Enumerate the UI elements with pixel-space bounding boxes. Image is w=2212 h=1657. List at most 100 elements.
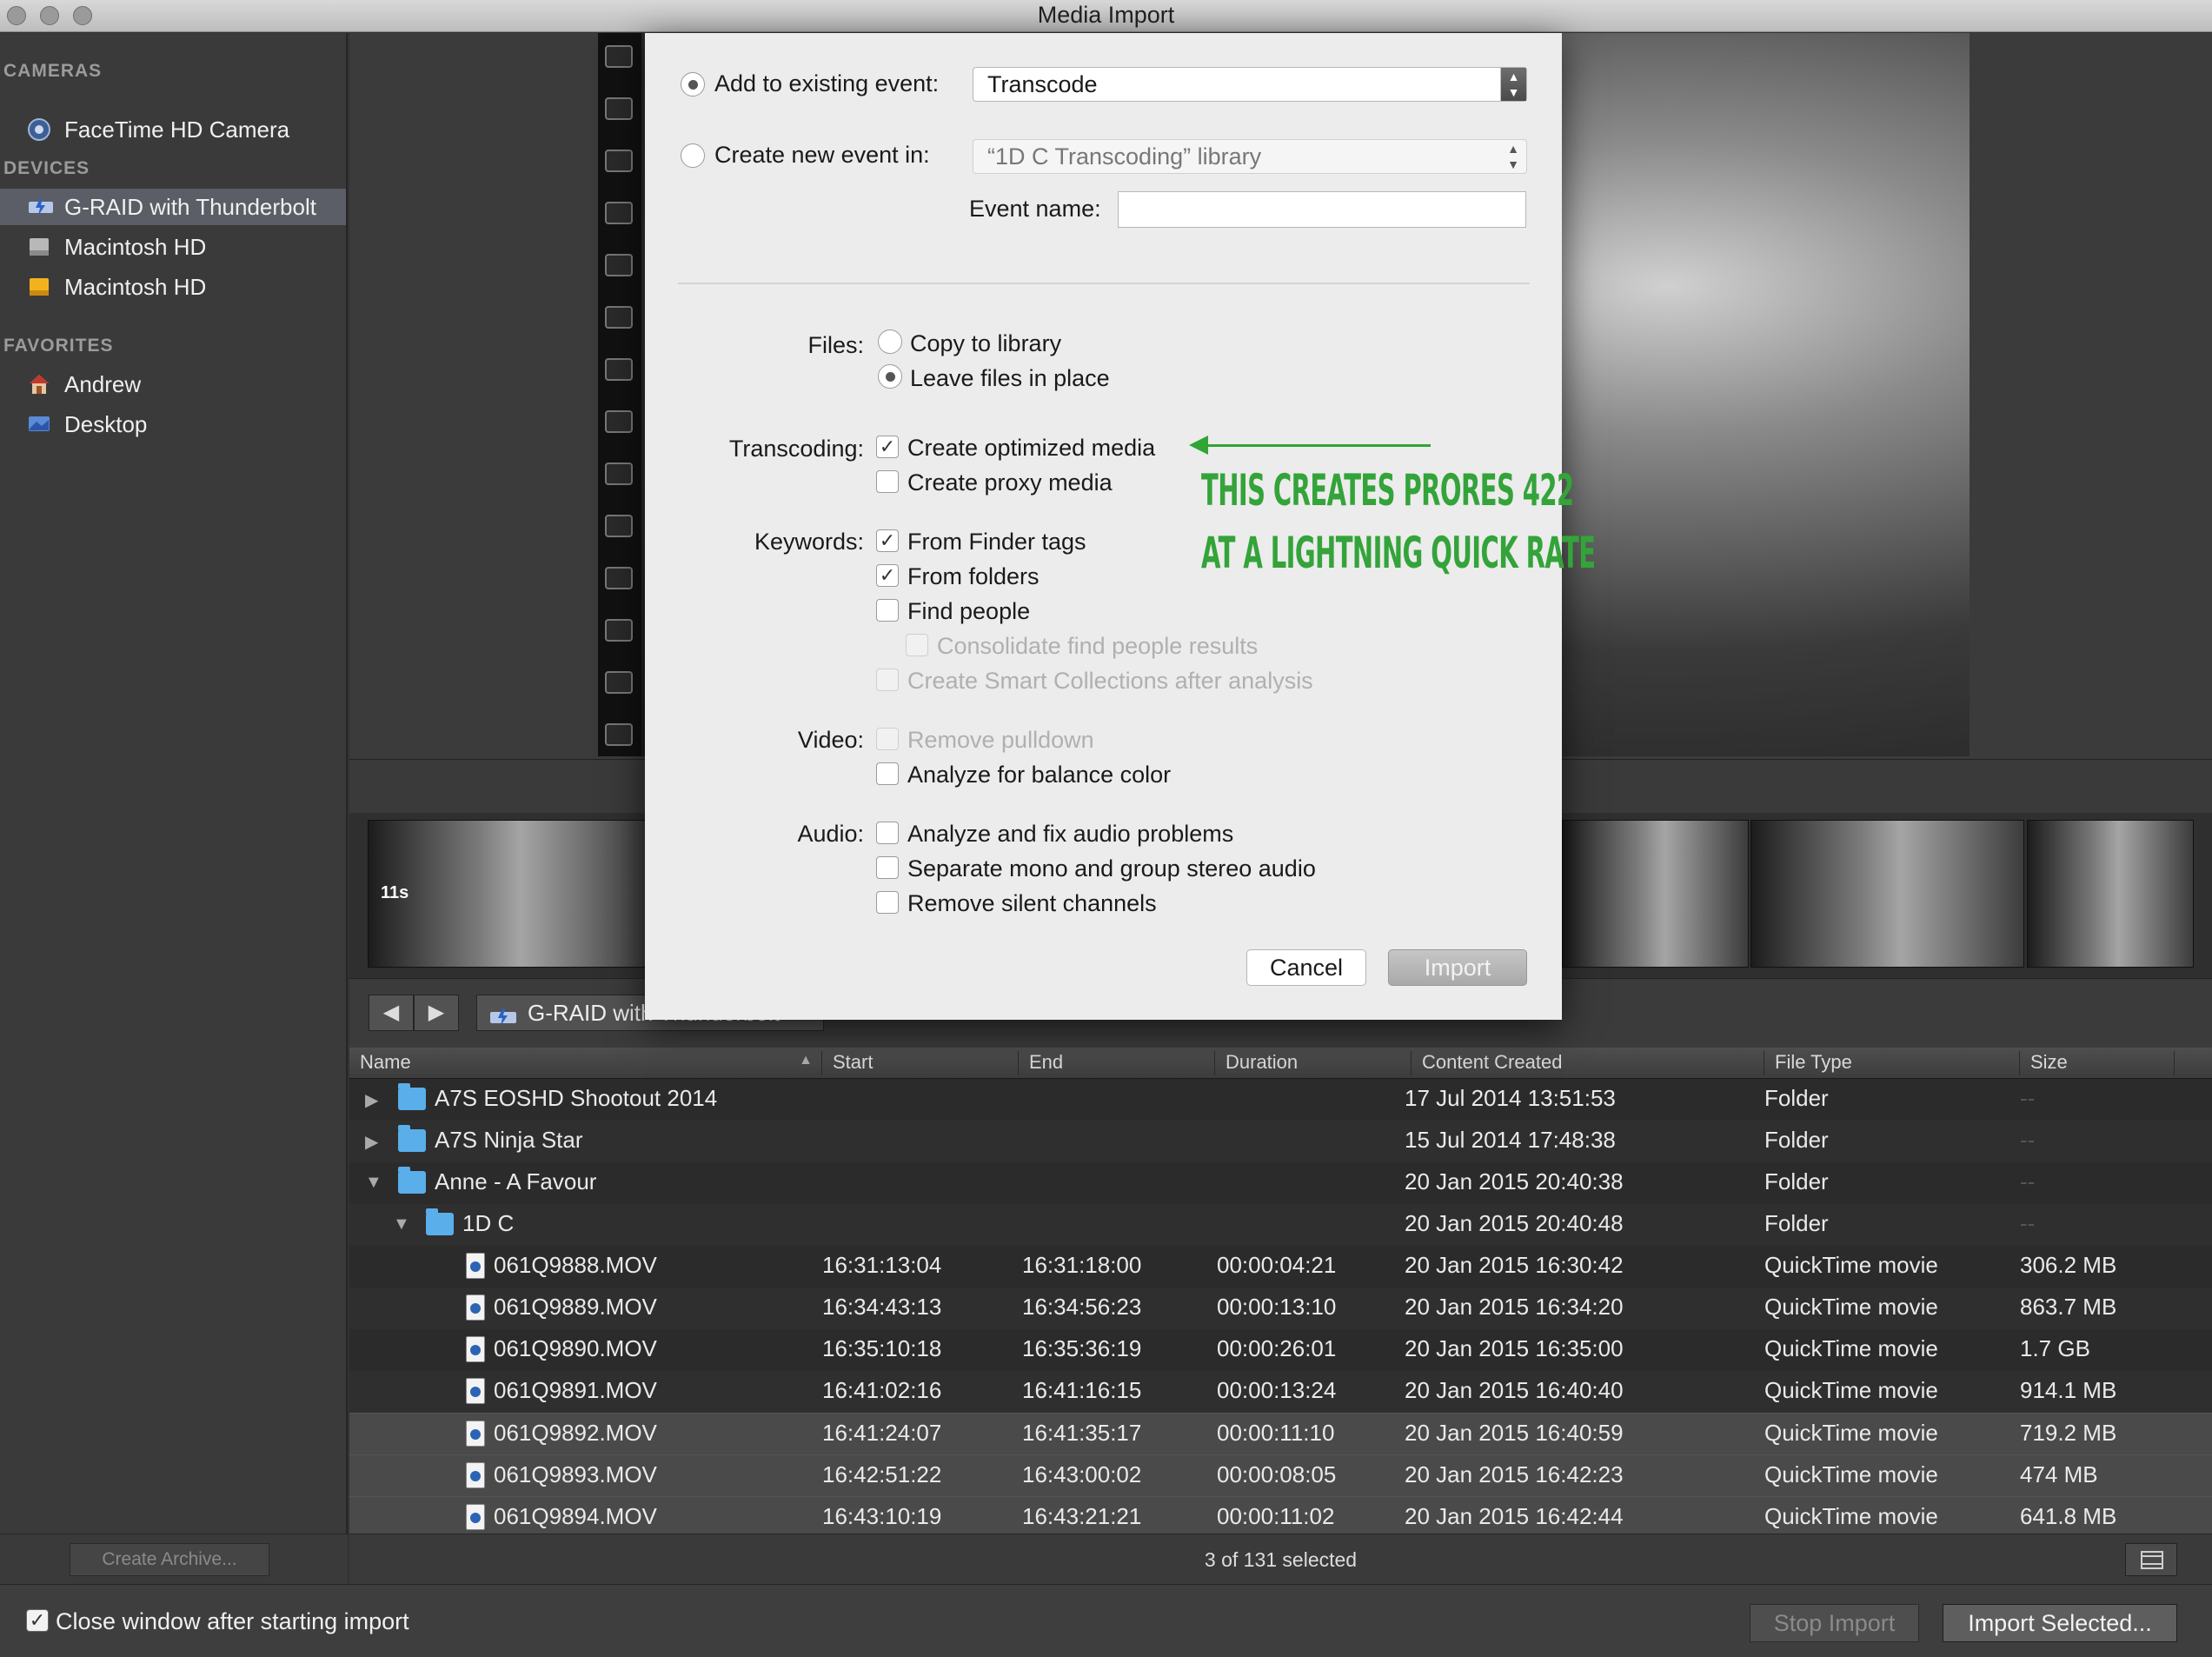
add-existing-event-radio[interactable]	[681, 72, 705, 96]
table-row[interactable]: 061Q9889.MOV 16:34:43:13 16:34:56:23 00:00:…	[349, 1288, 2212, 1329]
import-button[interactable]: Import	[1388, 949, 1527, 986]
row-name: 061Q9892.MOV	[494, 1420, 657, 1446]
create-proxy-checkbox[interactable]	[876, 470, 899, 493]
column-header-file-type[interactable]: File Type	[1764, 1051, 2020, 1075]
clip-thumbnail[interactable]: 11s	[368, 820, 646, 968]
annotation-line: AT A LIGHTNING QUICK RATE	[1201, 528, 1596, 578]
from-folders-checkbox[interactable]: ✓	[876, 564, 899, 587]
create-new-event-radio[interactable]	[681, 143, 705, 168]
desktop-icon	[28, 413, 50, 436]
table-row[interactable]: ▼ 1D C 20 Jan 2015 20:40:48 Folder --	[349, 1204, 2212, 1246]
quicktime-file-icon	[466, 1253, 485, 1279]
column-header-content-created[interactable]: Content Created	[1412, 1051, 1764, 1075]
row-duration: 00:00:08:05	[1217, 1461, 1337, 1487]
table-row[interactable]: 061Q9894.MOV 16:43:10:19 16:43:21:21 00:00:…	[349, 1496, 2212, 1538]
sort-ascending-icon: ▲	[799, 1053, 813, 1068]
table-row[interactable]: 061Q9890.MOV 16:35:10:18 16:35:36:19 00:00:…	[349, 1329, 2212, 1371]
row-start: 16:35:10:18	[822, 1335, 942, 1361]
analyze-audio-checkbox[interactable]	[876, 822, 899, 844]
row-name: 061Q9891.MOV	[494, 1377, 657, 1403]
row-created: 20 Jan 2015 16:40:40	[1405, 1377, 1624, 1403]
quicktime-file-icon	[466, 1504, 485, 1530]
remove-silent-checkbox[interactable]	[876, 891, 899, 914]
table-row[interactable]: 061Q9892.MOV 16:41:24:07 16:41:35:17 00:00:…	[349, 1413, 2212, 1454]
disclosure-open-icon[interactable]: ▼	[393, 1214, 410, 1234]
sidebar-item-label: Andrew	[64, 370, 142, 397]
column-header-size[interactable]: Size	[2020, 1051, 2175, 1075]
column-header-name[interactable]: Name ▲	[349, 1051, 822, 1075]
separate-mono-label: Separate mono and group stereo audio	[907, 855, 1316, 882]
create-optimized-checkbox[interactable]: ✓	[876, 436, 899, 458]
from-finder-tags-checkbox[interactable]: ✓	[876, 529, 899, 552]
sidebar-item-macintosh-hd[interactable]: Macintosh HD	[0, 229, 346, 265]
smart-collections-checkbox[interactable]	[876, 669, 899, 691]
back-button[interactable]: ◀	[369, 995, 414, 1031]
sidebar-item-andrew[interactable]: Andrew	[0, 366, 346, 403]
column-header-end[interactable]: End	[1019, 1051, 1215, 1075]
sprocket	[605, 97, 633, 120]
table-row[interactable]: 061Q9891.MOV 16:41:02:16 16:41:16:15 00:00:…	[349, 1371, 2212, 1413]
disclosure-open-icon[interactable]: ▼	[365, 1173, 382, 1193]
clip-thumbnail[interactable]	[2027, 820, 2194, 968]
stop-import-button[interactable]: Stop Import	[1750, 1604, 1919, 1642]
consolidate-people-checkbox[interactable]	[906, 634, 928, 656]
row-end: 16:43:00:02	[1022, 1461, 1142, 1487]
analyze-balance-checkbox[interactable]	[876, 762, 899, 785]
cancel-button[interactable]: Cancel	[1246, 949, 1366, 986]
row-size: 474 MB	[2020, 1461, 2098, 1487]
disclosure-closed-icon[interactable]: ▶	[365, 1089, 378, 1111]
event-name-field[interactable]	[1118, 191, 1526, 228]
sprocket	[605, 202, 633, 224]
row-start: 16:43:10:19	[822, 1503, 942, 1529]
table-row[interactable]: 061Q9888.MOV 16:31:13:04 16:31:18:00 00:00:…	[349, 1246, 2212, 1288]
separate-mono-checkbox[interactable]	[876, 856, 899, 879]
sidebar: CAMERAS FaceTime HD Camera DEVICES G-RAI…	[0, 33, 348, 1534]
row-type: QuickTime movie	[1764, 1335, 1938, 1361]
table-row[interactable]: ▼ Anne - A Favour 20 Jan 2015 20:40:38 Fold…	[349, 1162, 2212, 1204]
table-row[interactable]: 061Q9893.MOV 16:42:51:22 16:43:00:02 00:00:…	[349, 1454, 2212, 1496]
import-selected-button[interactable]: Import Selected...	[1943, 1604, 2177, 1642]
quicktime-file-icon	[466, 1462, 485, 1488]
sprocket	[605, 306, 633, 329]
find-people-checkbox[interactable]	[876, 599, 899, 622]
sidebar-item-facetime-camera[interactable]: FaceTime HD Camera	[0, 111, 346, 148]
disclosure-closed-icon[interactable]: ▶	[365, 1131, 378, 1153]
existing-event-popup[interactable]: Transcode ▲ ▼	[973, 67, 1527, 102]
row-size: 863.7 MB	[2020, 1294, 2117, 1320]
sidebar-item-g-raid[interactable]: G-RAID with Thunderbolt	[0, 189, 346, 225]
annotation-arrow-line	[1199, 444, 1431, 447]
create-archive-button[interactable]: Create Archive...	[70, 1543, 269, 1576]
sidebar-item-desktop[interactable]: Desktop	[0, 406, 346, 443]
row-created: 15 Jul 2014 17:48:38	[1405, 1127, 1616, 1153]
row-type: Folder	[1764, 1127, 1829, 1153]
create-new-event-label: Create new event in:	[714, 142, 930, 168]
column-header-duration[interactable]: Duration	[1215, 1051, 1412, 1075]
create-optimized-label: Create optimized media	[907, 435, 1156, 461]
row-name: Anne - A Favour	[435, 1168, 597, 1195]
close-window-checkbox[interactable]: ✓	[26, 1609, 49, 1632]
audio-label: Audio:	[797, 821, 864, 847]
quicktime-file-icon	[466, 1378, 485, 1404]
row-type: QuickTime movie	[1764, 1503, 1938, 1529]
column-header-start[interactable]: Start	[822, 1051, 1019, 1075]
new-event-library-popup[interactable]: “1D C Transcoding” library ▲ ▼	[973, 139, 1527, 174]
status-bar: 3 of 131 selected	[349, 1534, 2212, 1584]
row-start: 16:41:02:16	[822, 1377, 942, 1403]
table-row[interactable]: ▶ A7S EOSHD Shootout 2014 17 Jul 2014 13:5…	[349, 1079, 2212, 1121]
table-row[interactable]: ▶ A7S Ninja Star 15 Jul 2014 17:48:38 Folde…	[349, 1121, 2212, 1162]
leave-in-place-radio[interactable]	[878, 364, 902, 389]
annotation-line: THIS CREATES PRORES 422	[1201, 465, 1574, 516]
remove-pulldown-checkbox[interactable]	[876, 728, 899, 750]
row-name: 061Q9893.MOV	[494, 1461, 657, 1487]
from-finder-tags-label: From Finder tags	[907, 529, 1086, 555]
filmstrip-toggle-button[interactable]	[2125, 1543, 2177, 1576]
filmstrip-sprockets	[598, 33, 641, 756]
clip-thumbnail[interactable]	[1562, 820, 1749, 968]
close-window-label: Close window after starting import	[56, 1608, 409, 1634]
sidebar-item-macintosh-hd-2[interactable]: Macintosh HD	[0, 269, 346, 305]
forward-button[interactable]: ▶	[414, 995, 459, 1031]
row-created: 20 Jan 2015 20:40:38	[1405, 1168, 1624, 1195]
copy-to-library-radio[interactable]	[878, 329, 902, 354]
row-end: 16:35:36:19	[1022, 1335, 1142, 1361]
clip-thumbnail[interactable]	[1750, 820, 2024, 968]
